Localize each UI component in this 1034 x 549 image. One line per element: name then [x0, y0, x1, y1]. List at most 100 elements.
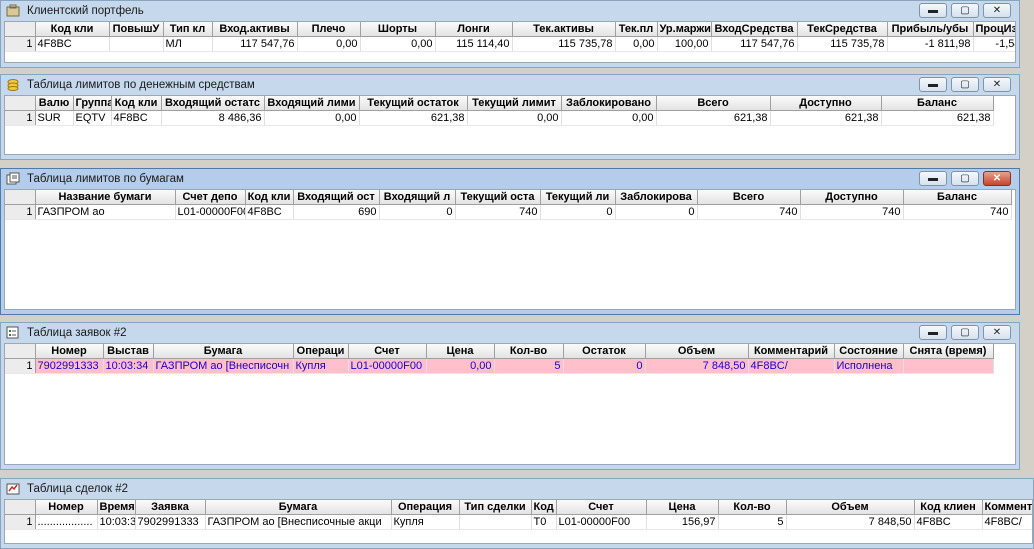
maximize-button[interactable]: ▢ — [951, 171, 979, 186]
column-header[interactable]: Заявка — [135, 500, 206, 515]
column-header[interactable]: Шорты — [360, 22, 436, 37]
column-header[interactable]: Счет — [348, 344, 427, 359]
column-header[interactable]: Код кли — [35, 22, 110, 37]
minimize-button[interactable]: ▬ — [919, 3, 947, 18]
column-header[interactable]: Код клиен — [914, 500, 983, 515]
portfolio-table-area[interactable]: Код кли ПовышУ Тип кл Вход.активы Плечо Шорты… — [4, 21, 1016, 63]
column-header[interactable]: Заблокирова — [615, 190, 698, 205]
column-header[interactable]: Код кли — [245, 190, 294, 205]
table-row[interactable]: 1 SUR EQTV 4F8BC 8 486,36 0,00 621,38 0,00 0,00 6… — [5, 110, 994, 126]
column-header[interactable]: Группа — [73, 96, 112, 111]
column-header[interactable]: Выстав — [103, 344, 154, 359]
table-row[interactable]: 1 7902991333 10:03:34 ГАЗПРОМ ао [Внесписоч… — [5, 358, 994, 374]
table-row[interactable]: 1 4F8BC МЛ 117 547,76 0,00 0,00 115 114,40 115 … — [5, 36, 1015, 52]
column-header[interactable]: Номер — [35, 500, 98, 515]
row-number-header[interactable] — [5, 500, 36, 515]
row-number-header[interactable] — [5, 96, 36, 111]
column-header[interactable]: Кол-во — [718, 500, 787, 515]
column-header[interactable]: Вход.активы — [212, 22, 298, 37]
column-header[interactable]: Состояние — [834, 344, 904, 359]
column-header[interactable]: Объем — [645, 344, 749, 359]
close-button[interactable]: ✕ — [983, 77, 1011, 92]
maximize-button[interactable]: ▢ — [951, 3, 979, 18]
trades-titlebar[interactable]: Таблица сделок #2 — [1, 479, 1033, 499]
column-header[interactable]: Время — [97, 500, 136, 515]
table-cell: 740 — [903, 204, 1012, 220]
column-header[interactable]: Валю — [35, 96, 74, 111]
close-button[interactable]: ✕ — [983, 171, 1011, 186]
maximize-button[interactable]: ▢ — [951, 77, 979, 92]
maximize-button[interactable]: ▢ — [951, 325, 979, 340]
column-header[interactable]: Тек.пл — [615, 22, 658, 37]
row-number-header[interactable] — [5, 344, 36, 359]
column-header[interactable]: Текущий остаток — [359, 96, 468, 111]
column-header[interactable]: Код — [531, 500, 557, 515]
table-cell: 7902991333 — [135, 514, 206, 530]
table-row[interactable]: 1 ГАЗПРОМ ао L01-00000F00 4F8BC 690 0 740 0 0 740… — [5, 204, 1012, 220]
column-header[interactable]: Тек.активы — [512, 22, 616, 37]
column-header[interactable]: ПовышУ — [109, 22, 164, 37]
column-header[interactable]: Доступно — [800, 190, 904, 205]
column-header[interactable]: Операция — [391, 500, 460, 515]
minimize-button[interactable]: ▬ — [919, 325, 947, 340]
column-header[interactable]: Лонги — [435, 22, 513, 37]
column-header[interactable]: Текущий лимит — [467, 96, 562, 111]
table-cell: МЛ — [163, 36, 213, 52]
orders-table-area[interactable]: Номер Выстав Бумага Операци Счет Цена Кол-во Ос… — [4, 343, 1016, 465]
column-header[interactable]: Счет — [556, 500, 647, 515]
column-header[interactable]: Цена — [646, 500, 719, 515]
orders-titlebar[interactable]: Таблица заявок #2 ▬ ▢ ✕ — [1, 323, 1019, 343]
table-row[interactable]: 1..................10:03:347902991333ГАЗ… — [5, 514, 1032, 530]
column-header[interactable]: Прибыль/убы — [887, 22, 974, 37]
minimize-button[interactable]: ▬ — [919, 171, 947, 186]
money-limits-titlebar[interactable]: Таблица лимитов по денежным средствам ▬ … — [1, 75, 1019, 95]
column-header[interactable]: Плечо — [297, 22, 361, 37]
row-number-header[interactable] — [5, 190, 36, 205]
column-header[interactable]: Название бумаги — [35, 190, 176, 205]
trades-table-area[interactable]: Номер Время Заявка Бумага Операция Тип сделки… — [4, 499, 1033, 544]
column-header[interactable]: Бумага — [153, 344, 294, 359]
column-header[interactable]: Снята (время) — [903, 344, 994, 359]
column-header[interactable]: ПроцИзм — [973, 22, 1015, 37]
column-header[interactable]: Текущий оста — [455, 190, 541, 205]
column-header[interactable]: Ур.маржи — [657, 22, 712, 37]
column-header[interactable]: Баланс — [903, 190, 1012, 205]
close-button[interactable]: ✕ — [983, 3, 1011, 18]
column-header[interactable]: Кол-во — [494, 344, 564, 359]
column-header[interactable]: Текущий ли — [540, 190, 616, 205]
column-header[interactable]: Операци — [293, 344, 349, 359]
column-header[interactable]: Тип кл — [163, 22, 213, 37]
column-header[interactable]: Объем — [786, 500, 915, 515]
column-header[interactable]: ТекСредства — [797, 22, 888, 37]
column-header[interactable]: Тип сделки — [459, 500, 532, 515]
column-header[interactable]: Всего — [697, 190, 801, 205]
column-header[interactable]: Бумага — [205, 500, 392, 515]
column-header[interactable]: Номер — [35, 344, 104, 359]
column-header[interactable]: Счет депо — [175, 190, 246, 205]
securities-limits-titlebar[interactable]: Таблица лимитов по бумагам ▬ ▢ ✕ — [1, 169, 1019, 189]
column-header[interactable]: ВходСредства — [711, 22, 798, 37]
column-header[interactable]: Остаток — [563, 344, 646, 359]
column-header[interactable]: Заблокировано — [561, 96, 657, 111]
row-number-cell: 1 — [5, 204, 36, 220]
securities-limits-table-area[interactable]: Название бумаги Счет депо Код кли Входящий … — [4, 189, 1016, 310]
minimize-button[interactable]: ▬ — [919, 77, 947, 92]
column-header[interactable]: Входящий остатс — [161, 96, 265, 111]
column-header[interactable]: Код кли — [111, 96, 162, 111]
table-cell: 740 — [800, 204, 904, 220]
column-header[interactable]: Входящий лими — [264, 96, 360, 111]
column-header[interactable]: Входящий л — [379, 190, 456, 205]
column-header[interactable]: Комментари — [982, 500, 1032, 515]
row-number-cell: 1 — [5, 36, 36, 52]
column-header[interactable]: Доступно — [770, 96, 882, 111]
row-number-header[interactable] — [5, 22, 36, 37]
column-header[interactable]: Баланс — [881, 96, 994, 111]
column-header[interactable]: Всего — [656, 96, 771, 111]
portfolio-titlebar[interactable]: Клиентский портфель ▬ ▢ ✕ — [1, 1, 1019, 21]
column-header[interactable]: Комментарий — [748, 344, 835, 359]
column-header[interactable]: Входящий ост — [293, 190, 380, 205]
column-header[interactable]: Цена — [426, 344, 495, 359]
money-limits-table-area[interactable]: Валю Группа Код кли Входящий остатс Входящий… — [4, 95, 1016, 155]
table-cell — [903, 358, 994, 374]
close-button[interactable]: ✕ — [983, 325, 1011, 340]
